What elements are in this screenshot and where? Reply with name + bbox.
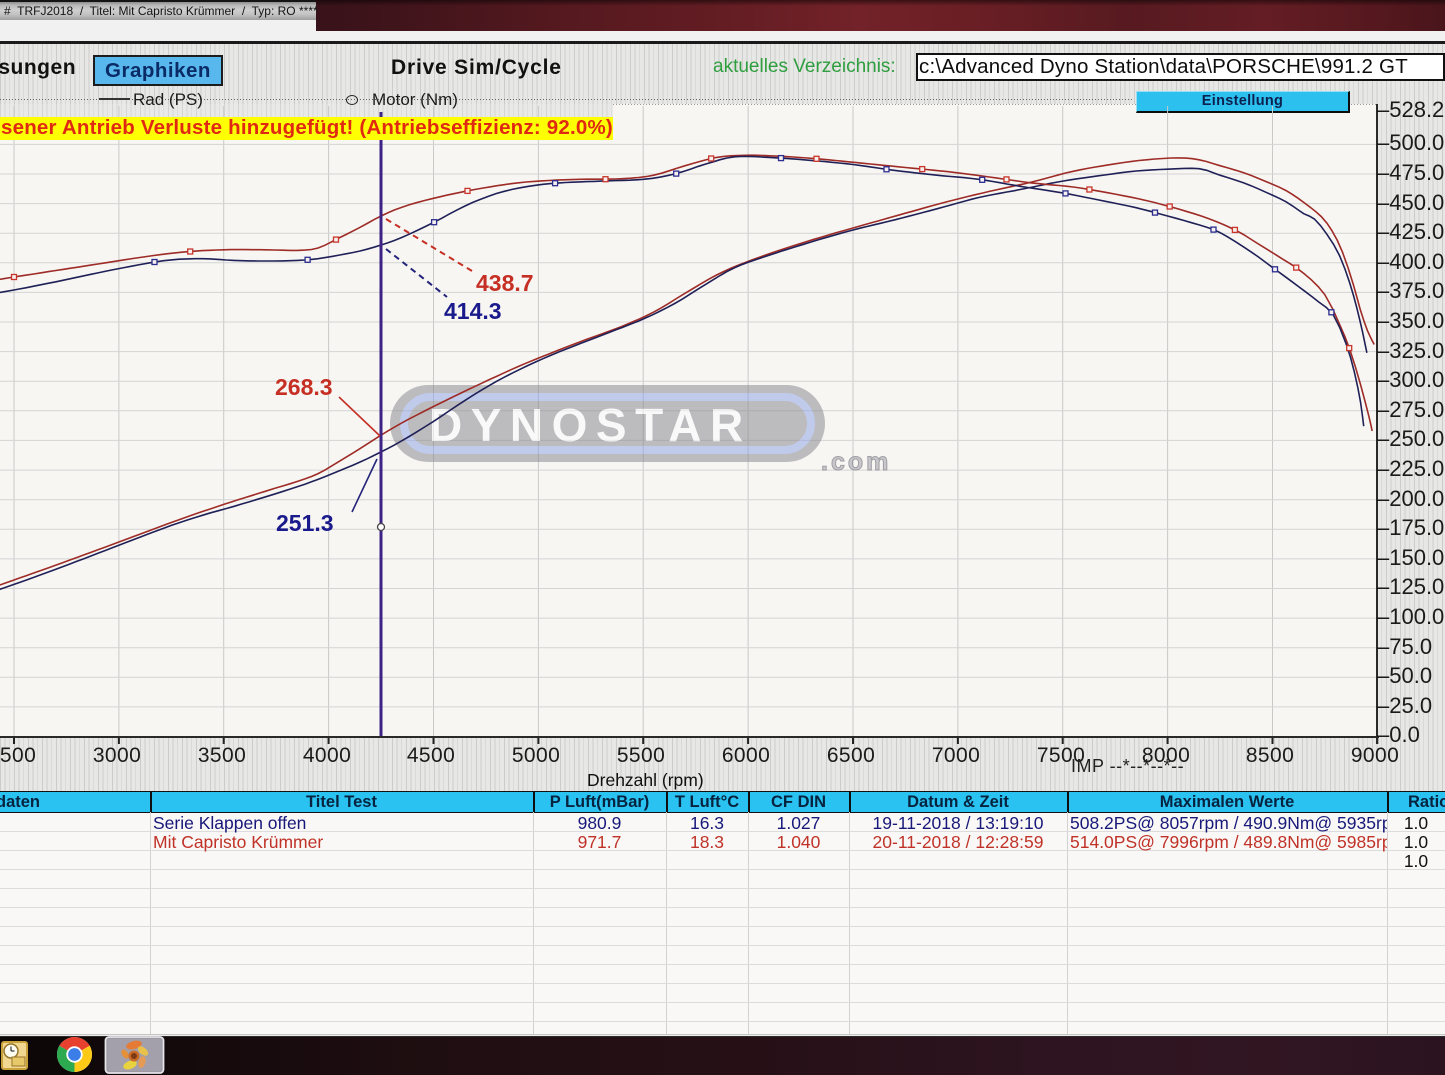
svg-text:414.3: 414.3 xyxy=(444,298,502,324)
svg-text:251.3: 251.3 xyxy=(276,510,334,536)
svg-text:268.3: 268.3 xyxy=(275,374,333,400)
svg-text:DYNOSTAR: DYNOSTAR xyxy=(429,399,752,451)
svg-text:.com: .com xyxy=(821,448,891,476)
svg-text:438.7: 438.7 xyxy=(476,270,534,296)
